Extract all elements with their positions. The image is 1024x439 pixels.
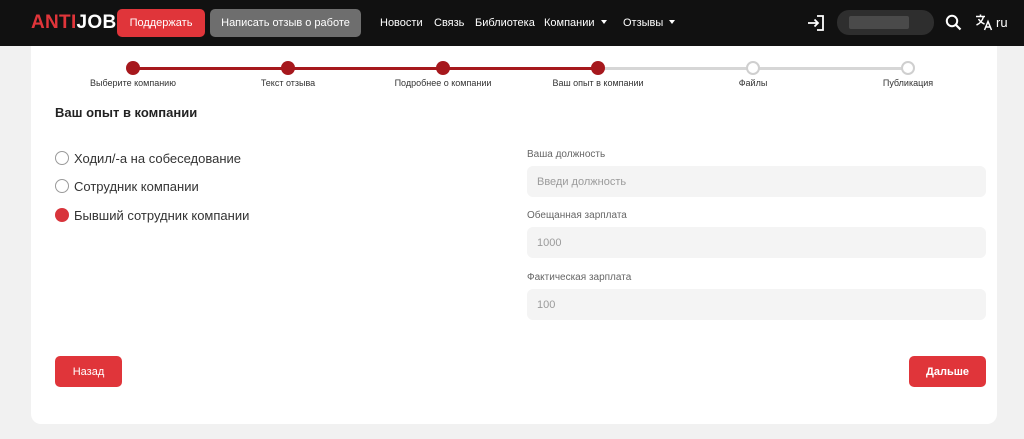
step-choose-company: Выберите компанию: [55, 46, 211, 90]
top-navbar: ANTIJOB Поддержать Написать отзыв о рабо…: [0, 0, 1024, 46]
position-input[interactable]: [527, 166, 986, 197]
nav-reviews[interactable]: Отзывы: [623, 16, 676, 30]
chevron-down-icon: [669, 20, 676, 24]
logo-job: JOB: [76, 12, 117, 33]
radio-former-employee[interactable]: Бывший сотрудник компании: [55, 206, 249, 224]
user-account-pill[interactable]: [837, 10, 934, 35]
step-label: Публикация: [882, 78, 934, 88]
step-label: Выберите компанию: [90, 78, 176, 88]
support-button[interactable]: Поддержать: [117, 9, 205, 37]
position-label: Ваша должность: [527, 149, 606, 160]
step-dot: [901, 61, 915, 75]
actual-salary-label: Фактическая зарплата: [527, 272, 632, 283]
step-your-experience: Ваш опыт в компании: [520, 46, 676, 90]
write-review-button[interactable]: Написать отзыв о работе: [210, 9, 361, 37]
step-dot: [591, 61, 605, 75]
step-dot: [436, 61, 450, 75]
step-review-text: Текст отзыва: [210, 46, 366, 90]
login-icon[interactable]: [806, 13, 826, 33]
nav-library[interactable]: Библиотека: [475, 16, 535, 30]
step-files: Файлы: [675, 46, 831, 90]
review-form-card: Выберите компанию Текст отзыва Подробнее…: [31, 46, 997, 424]
radio-label: Сотрудник компании: [74, 178, 199, 194]
language-label[interactable]: ru: [996, 16, 1008, 30]
promised-salary-input[interactable]: [527, 227, 986, 258]
logo-anti: ANTI: [31, 12, 77, 33]
promised-salary-label: Обещанная зарплата: [527, 210, 627, 221]
next-button[interactable]: Дальше: [909, 356, 986, 387]
radio-label: Бывший сотрудник компании: [74, 207, 250, 223]
section-title: Ваш опыт в компании: [55, 105, 198, 120]
radio-label: Ходил/-а на собеседование: [74, 150, 242, 166]
translate-icon[interactable]: [975, 13, 993, 31]
radio-button-checked[interactable]: [55, 208, 69, 222]
logo[interactable]: ANTIJOB: [31, 12, 117, 34]
radio-button[interactable]: [55, 151, 69, 165]
step-label: Файлы: [738, 78, 768, 88]
step-label: Подробнее о компании: [394, 78, 492, 88]
nav-companies-label: Компании: [544, 17, 595, 29]
actual-salary-input[interactable]: [527, 289, 986, 320]
radio-button[interactable]: [55, 179, 69, 193]
step-dot: [281, 61, 295, 75]
nav-news[interactable]: Новости: [380, 16, 423, 30]
back-button[interactable]: Назад: [55, 356, 122, 387]
step-label: Ваш опыт в компании: [552, 78, 644, 88]
step-dot: [746, 61, 760, 75]
nav-reviews-label: Отзывы: [623, 17, 664, 29]
radio-employee[interactable]: Сотрудник компании: [55, 177, 199, 195]
search-icon[interactable]: [945, 14, 962, 31]
step-publication: Публикация: [830, 46, 986, 90]
chevron-down-icon: [600, 20, 607, 24]
step-company-details: Подробнее о компании: [365, 46, 521, 90]
step-label: Текст отзыва: [260, 78, 316, 88]
nav-contact[interactable]: Связь: [434, 16, 464, 30]
nav-companies[interactable]: Компании: [544, 16, 607, 30]
step-dot: [126, 61, 140, 75]
radio-interviewed[interactable]: Ходил/-а на собеседование: [55, 149, 241, 167]
